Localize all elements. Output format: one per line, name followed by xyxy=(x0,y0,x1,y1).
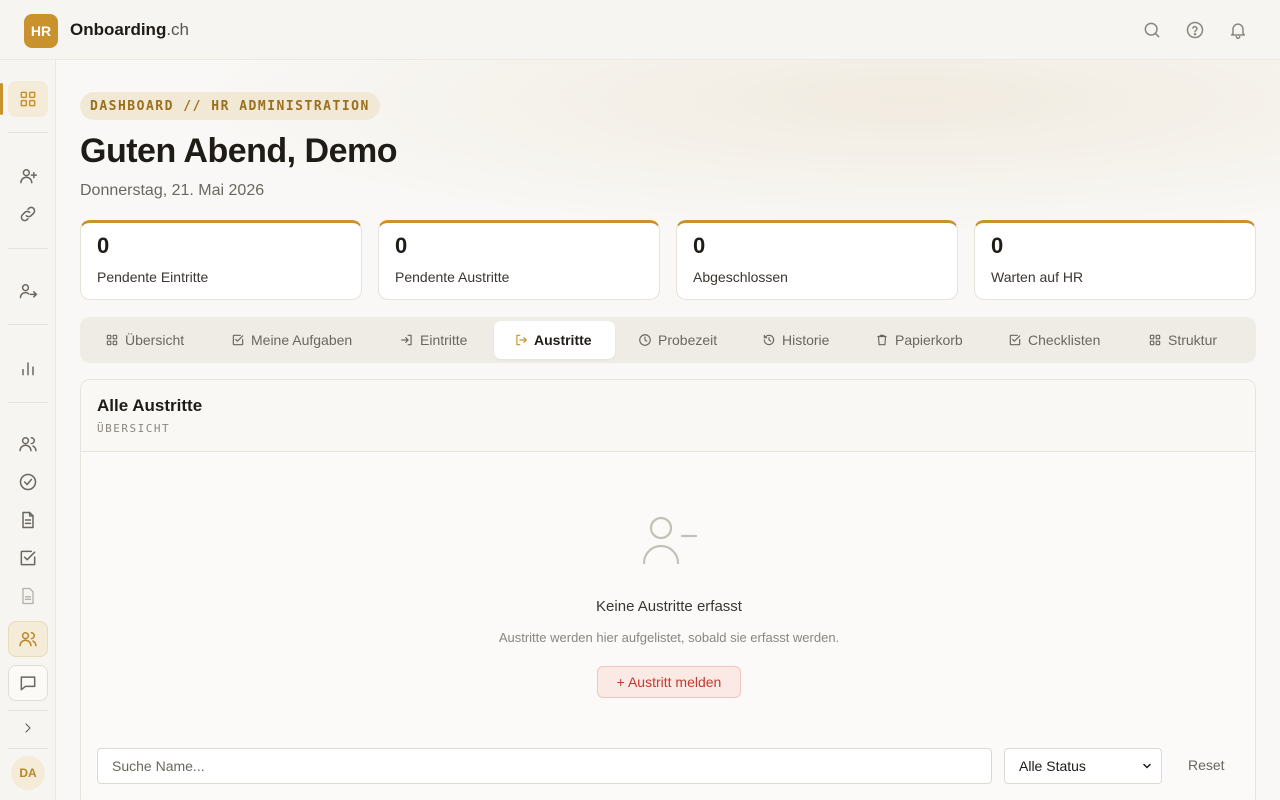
grid-icon xyxy=(20,91,36,107)
users-icon xyxy=(19,437,37,452)
empty-state-title: Keine Austritte erfasst xyxy=(596,598,742,615)
stat-label: Pendente Austritte xyxy=(395,269,510,285)
exits-panel: Alle Austritte ÜBERSICHT Keine Austritte… xyxy=(80,379,1256,800)
history-icon xyxy=(763,334,775,346)
tab-history[interactable]: Historie xyxy=(752,321,839,359)
stat-label: Warten auf HR xyxy=(991,269,1084,285)
stat-card-waiting-hr[interactable]: 0 Warten auf HR xyxy=(974,220,1256,300)
link-icon xyxy=(20,206,36,222)
sidebar-item-links[interactable] xyxy=(8,196,48,232)
reset-button[interactable]: Reset xyxy=(1188,757,1225,773)
bell-icon[interactable] xyxy=(1228,20,1248,40)
app-logo[interactable]: HR xyxy=(24,14,58,48)
grid-icon xyxy=(1149,334,1161,346)
sidebar-divider xyxy=(8,402,48,403)
status-select-value: Alle Status xyxy=(1019,758,1086,774)
tab-label: Struktur xyxy=(1168,332,1218,348)
stat-value: 0 xyxy=(991,233,1004,258)
tab-bar: Übersicht Meine Aufgaben Eintritte Austr… xyxy=(80,317,1256,363)
stat-value: 0 xyxy=(693,233,706,258)
search-icon[interactable] xyxy=(1142,20,1162,40)
help-icon[interactable] xyxy=(1185,20,1205,40)
panel-subtitle: ÜBERSICHT xyxy=(97,422,171,435)
sidebar-item-tasks[interactable] xyxy=(8,464,48,500)
main-content: DASHBOARD // HR ADMINISTRATION Guten Abe… xyxy=(56,60,1280,800)
tab-overview[interactable]: Übersicht xyxy=(95,321,194,359)
sidebar-divider xyxy=(8,324,48,325)
tab-label: Probezeit xyxy=(658,332,718,348)
check-circle-icon xyxy=(19,473,37,491)
brand-main: Onboarding xyxy=(70,20,167,39)
sidebar-item-messages[interactable] xyxy=(8,665,48,701)
sidebar-expand-button[interactable] xyxy=(8,710,48,746)
stat-card-pending-entries[interactable]: 0 Pendente Eintritte xyxy=(80,220,362,300)
tab-label: Übersicht xyxy=(125,332,185,348)
panel-header: Alle Austritte ÜBERSICHT xyxy=(81,380,1255,452)
sidebar-divider xyxy=(8,748,48,749)
tab-label: Checklisten xyxy=(1028,332,1101,348)
stat-label: Abgeschlossen xyxy=(693,269,788,285)
tab-probation[interactable]: Probezeit xyxy=(628,321,727,359)
tab-checklists[interactable]: Checklisten xyxy=(998,321,1110,359)
checkbox-icon xyxy=(20,550,36,566)
stat-value: 0 xyxy=(395,233,408,258)
stat-value: 0 xyxy=(97,233,110,258)
empty-state-text: Austritte werden hier aufgelistet, sobal… xyxy=(498,630,840,645)
stat-card-pending-exits[interactable]: 0 Pendente Austritte xyxy=(378,220,660,300)
sidebar-item-reports[interactable] xyxy=(8,350,48,386)
search-input[interactable] xyxy=(97,748,992,784)
sidebar-item-documents[interactable] xyxy=(8,502,48,538)
tab-label: Eintritte xyxy=(420,332,468,348)
stat-card-completed[interactable]: 0 Abgeschlossen xyxy=(676,220,958,300)
document-icon xyxy=(22,511,34,529)
trash-icon xyxy=(877,334,887,346)
user-plus-icon xyxy=(20,169,38,184)
chevron-right-icon xyxy=(25,723,31,733)
logout-icon xyxy=(516,334,527,346)
file-icon xyxy=(22,587,34,605)
page-title: Guten Abend, Demo xyxy=(80,132,398,170)
tab-my-tasks[interactable]: Meine Aufgaben xyxy=(221,321,362,359)
tab-entries[interactable]: Eintritte xyxy=(390,321,477,359)
checkbox-icon xyxy=(1009,334,1021,346)
sidebar-item-dashboard[interactable] xyxy=(0,81,48,117)
sidebar: DA xyxy=(0,60,56,800)
clock-icon xyxy=(639,334,651,346)
sidebar-divider xyxy=(8,248,48,249)
bar-chart-icon xyxy=(22,362,34,376)
status-select[interactable]: Alle Status xyxy=(1004,748,1162,784)
stat-label: Pendente Eintritte xyxy=(97,269,209,285)
brand-suffix: .ch xyxy=(166,20,190,39)
tab-label: Papierkorb xyxy=(895,332,963,348)
sidebar-item-employees[interactable] xyxy=(8,426,48,462)
breadcrumb: DASHBOARD // HR ADMINISTRATION xyxy=(80,92,380,120)
login-icon xyxy=(401,334,412,346)
tab-label: Historie xyxy=(782,332,830,348)
tab-trash[interactable]: Papierkorb xyxy=(865,321,973,359)
report-exit-button[interactable]: + Austritt melden xyxy=(597,666,741,698)
top-bar: HR Onboarding.ch xyxy=(0,0,1280,60)
sidebar-item-team[interactable] xyxy=(8,621,48,657)
sidebar-divider xyxy=(8,132,48,133)
sidebar-item-files[interactable] xyxy=(8,578,48,614)
sidebar-item-checklists[interactable] xyxy=(8,540,48,576)
tab-structure[interactable]: Struktur xyxy=(1138,321,1227,359)
user-minus-icon xyxy=(641,514,698,566)
grid-icon xyxy=(106,334,118,346)
user-avatar[interactable]: DA xyxy=(11,756,45,790)
tab-label: Austritte xyxy=(534,332,592,348)
brand-name[interactable]: Onboarding.ch xyxy=(70,20,189,40)
team-icon xyxy=(19,632,37,647)
sidebar-item-add-user[interactable] xyxy=(8,158,48,194)
current-date: Donnerstag, 21. Mai 2026 xyxy=(80,182,265,199)
chevron-down-icon xyxy=(1143,763,1151,769)
tab-exits[interactable]: Austritte xyxy=(494,321,615,359)
tab-label: Meine Aufgaben xyxy=(251,332,353,348)
message-icon xyxy=(20,676,36,691)
checkbox-icon xyxy=(232,334,244,346)
sidebar-item-offboarding[interactable] xyxy=(8,273,48,309)
panel-title: Alle Austritte xyxy=(97,396,203,415)
user-exit-icon xyxy=(19,284,38,299)
